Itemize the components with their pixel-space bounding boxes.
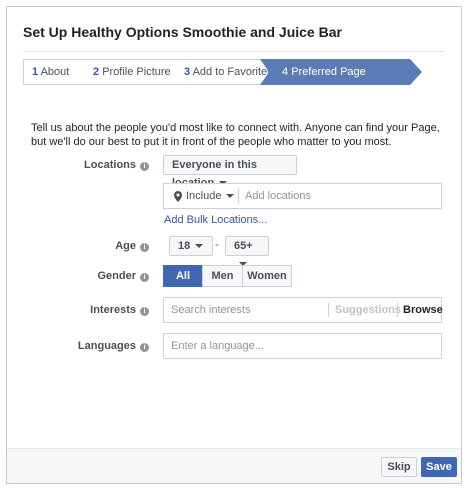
chevron-down-icon [195, 244, 204, 248]
info-icon[interactable]: i [140, 162, 149, 171]
step-progress: 1 About 2 Profile Picture 3 Add to Favor… [23, 59, 422, 102]
step-label: Preferred Page Audience [282, 66, 366, 102]
gender-label: Gender i [29, 270, 149, 282]
save-button[interactable]: Save [421, 457, 457, 477]
search-interests-input[interactable]: Search interests [171, 304, 250, 316]
suggestions-button[interactable]: Suggestions [335, 304, 401, 316]
add-bulk-locations-link[interactable]: Add Bulk Locations... [164, 214, 267, 226]
step-notch-icon [260, 59, 270, 85]
locations-label: Locations i [29, 159, 149, 171]
locations-label-text: Locations [84, 159, 136, 171]
interests-input-box: Search interests Suggestions Browse [163, 297, 443, 323]
location-pin-icon [174, 191, 182, 205]
gender-label-text: Gender [97, 270, 136, 282]
skip-button[interactable]: Skip [381, 457, 417, 477]
languages-label-text: Languages [77, 340, 136, 352]
add-locations-input[interactable]: Add locations [245, 190, 311, 202]
step-number: 4 [282, 66, 289, 78]
divider [397, 303, 398, 317]
age-max-dropdown[interactable]: 65+ [225, 236, 269, 266]
step-arrow-icon [410, 59, 422, 85]
step-number: 3 [184, 66, 191, 78]
interests-label: Interests i [29, 304, 149, 316]
include-value: Include [186, 190, 222, 202]
age-label: Age i [29, 240, 149, 252]
step-profile-picture[interactable]: 2 Profile Picture [79, 59, 181, 85]
age-min-value: 18 [178, 240, 191, 252]
title-divider [23, 51, 445, 52]
dialog-footer: Skip Save [7, 448, 461, 483]
age-label-text: Age [115, 240, 136, 252]
locations-input-box[interactable]: Include Add locations [163, 183, 442, 209]
dialog-title: Set Up Healthy Options Smoothie and Juic… [23, 24, 342, 40]
info-icon[interactable]: i [140, 343, 149, 352]
age-max-value: 65+ [234, 240, 253, 252]
info-icon[interactable]: i [140, 243, 149, 252]
language-input[interactable]: Enter a language... [171, 340, 264, 352]
step-label: Profile Picture [102, 66, 171, 78]
info-icon[interactable]: i [140, 273, 149, 282]
include-dropdown[interactable]: Include [186, 190, 235, 202]
step-number: 1 [32, 66, 39, 78]
step-label: About [40, 66, 70, 78]
divider [328, 303, 329, 317]
step-about[interactable]: 1 About [23, 59, 88, 85]
browse-button[interactable]: Browse [403, 304, 443, 316]
gender-men-button[interactable]: Men [202, 265, 243, 287]
age-min-dropdown[interactable]: 18 [169, 236, 213, 256]
age-separator: - [215, 239, 219, 251]
gender-all-button[interactable]: All [163, 265, 203, 287]
step-preferred-page-audience[interactable]: 4 Preferred Page Audience [260, 59, 422, 102]
info-icon[interactable]: i [140, 307, 149, 316]
chevron-down-icon [226, 194, 235, 198]
interests-label-text: Interests [90, 304, 136, 316]
intro-text: Tell us about the people you'd most like… [31, 122, 440, 148]
gender-women-button[interactable]: Women [242, 265, 292, 287]
languages-label: Languages i [29, 340, 149, 352]
divider [238, 189, 239, 203]
step-number: 2 [93, 66, 100, 78]
languages-input-box[interactable]: Enter a language... [163, 333, 442, 359]
setup-dialog: Set Up Healthy Options Smoothie and Juic… [6, 6, 462, 484]
location-scope-dropdown[interactable]: Everyone in this location [163, 155, 297, 189]
